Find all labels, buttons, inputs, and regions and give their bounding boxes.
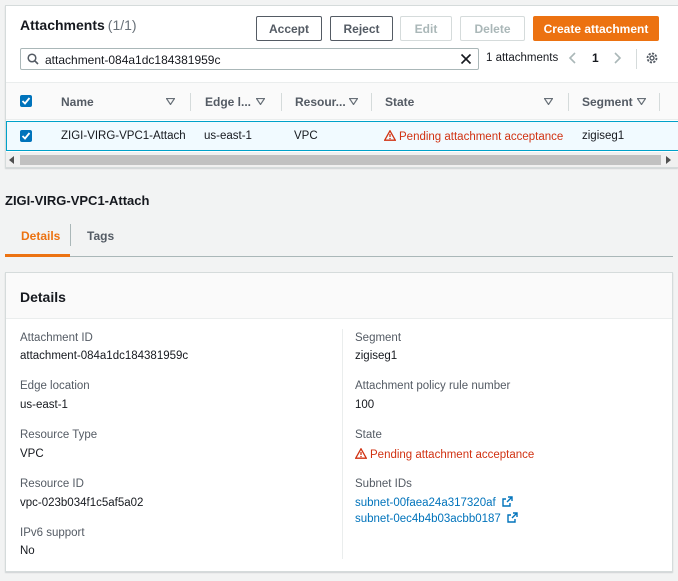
detail-tabs: Details Tags xyxy=(5,220,673,257)
table-header: Name Edge l... Resour... State Segment xyxy=(6,82,678,120)
table-row[interactable]: ZIGI-VIRG-VPC1-Attach us-east-1 VPC Pend… xyxy=(6,121,678,151)
attachments-title-text: Attachments xyxy=(20,17,105,33)
horizontal-scrollbar[interactable] xyxy=(6,152,678,167)
cell-name[interactable]: ZIGI-VIRG-VPC1-Attach xyxy=(61,130,186,142)
resource-id-value: vpc-023b034f1c5af5a02 xyxy=(20,497,144,509)
resource-type-label: Resource Type xyxy=(20,429,98,441)
column-header-segment[interactable]: Segment xyxy=(582,95,633,109)
search-icon xyxy=(27,53,39,65)
row-checkbox[interactable] xyxy=(20,130,32,142)
create-attachment-button[interactable]: Create attachment xyxy=(533,16,659,41)
state-value-text: Pending attachment acceptance xyxy=(370,449,535,461)
column-header-name[interactable]: Name xyxy=(61,95,94,109)
cell-state: Pending attachment acceptance xyxy=(384,130,563,143)
check-icon xyxy=(21,132,31,140)
sort-icon[interactable] xyxy=(256,98,265,105)
attachment-id-value: attachment-084a1dc184381959c xyxy=(20,350,189,362)
attachments-count: (1/1) xyxy=(107,17,137,33)
details-panel: Details Attachment ID attachment-084a1dc… xyxy=(5,272,673,572)
edge-location-value: us-east-1 xyxy=(20,399,68,411)
ipv6-support-value: No xyxy=(20,545,35,557)
scrollbar-thumb[interactable] xyxy=(20,155,661,165)
column-divider[interactable] xyxy=(659,93,660,111)
pager-count: 1 attachments xyxy=(486,52,559,64)
tab-divider xyxy=(70,224,71,246)
delete-button[interactable]: Delete xyxy=(460,16,525,41)
subnet-link-text[interactable]: subnet-0ec4b4b03acbb0187 xyxy=(355,513,501,525)
chevron-right-icon[interactable] xyxy=(612,52,622,64)
accept-button[interactable]: Accept xyxy=(256,16,322,41)
state-label: State xyxy=(355,429,382,441)
scroll-left-icon[interactable] xyxy=(9,156,15,164)
search-input[interactable]: attachment-084a1dc184381959c xyxy=(20,48,479,70)
column-header-state[interactable]: State xyxy=(385,95,414,109)
sort-icon[interactable] xyxy=(544,98,553,105)
state-value: Pending attachment acceptance xyxy=(355,448,534,461)
cell-state-text: Pending attachment acceptance xyxy=(399,131,564,143)
column-divider[interactable] xyxy=(281,93,282,111)
subnet-ids-label: Subnet IDs xyxy=(355,478,412,490)
warning-icon xyxy=(384,130,396,141)
column-header-edge[interactable]: Edge l... xyxy=(205,95,251,109)
pager-page[interactable]: 1 xyxy=(592,51,599,65)
column-divider[interactable] xyxy=(190,93,191,111)
subnet-link[interactable]: subnet-00faea24a317320af xyxy=(355,496,513,509)
external-link-icon[interactable] xyxy=(501,496,513,507)
column-header-resource[interactable]: Resour... xyxy=(295,95,346,109)
edge-location-label: Edge location xyxy=(20,380,90,392)
check-icon xyxy=(21,97,31,105)
column-divider xyxy=(342,329,343,559)
chevron-left-icon[interactable] xyxy=(568,52,578,64)
subnet-link[interactable]: subnet-0ec4b4b03acbb0187 xyxy=(355,512,518,525)
policy-rule-label: Attachment policy rule number xyxy=(355,380,511,392)
cell-resource: VPC xyxy=(294,130,318,142)
external-link-icon[interactable] xyxy=(507,512,518,523)
cell-edge: us-east-1 xyxy=(204,130,252,142)
subnet-link-text[interactable]: subnet-00faea24a317320af xyxy=(355,497,496,509)
policy-rule-value: 100 xyxy=(355,399,375,411)
segment-label: Segment xyxy=(355,332,402,344)
detail-title: ZIGI-VIRG-VPC1-Attach xyxy=(5,193,150,208)
sort-icon[interactable] xyxy=(637,98,646,105)
details-panel-header: Details xyxy=(6,273,672,319)
active-tab-indicator xyxy=(5,254,70,257)
search-value: attachment-084a1dc184381959c xyxy=(45,53,221,67)
pager-divider xyxy=(636,49,637,69)
resource-type-value: VPC xyxy=(20,448,44,460)
column-divider[interactable] xyxy=(371,93,372,111)
attachment-id-label: Attachment ID xyxy=(20,332,93,344)
resource-id-label: Resource ID xyxy=(20,478,84,490)
sort-icon[interactable] xyxy=(166,98,175,105)
sort-icon[interactable] xyxy=(349,98,358,105)
gear-icon[interactable] xyxy=(645,51,659,65)
details-panel-title: Details xyxy=(20,289,66,305)
edit-button[interactable]: Edit xyxy=(400,16,452,41)
tab-tags[interactable]: Tags xyxy=(87,229,114,243)
attachments-title: Attachments (1/1) xyxy=(20,17,137,33)
select-all-checkbox[interactable] xyxy=(20,95,32,107)
scroll-right-icon[interactable] xyxy=(665,156,671,164)
tab-details[interactable]: Details xyxy=(21,229,60,243)
reject-button[interactable]: Reject xyxy=(330,16,393,41)
warning-icon xyxy=(355,448,367,459)
cell-segment: zigiseg1 xyxy=(582,130,625,142)
segment-value: zigiseg1 xyxy=(355,350,398,362)
ipv6-support-label: IPv6 support xyxy=(20,527,85,539)
column-divider[interactable] xyxy=(568,93,569,111)
attachments-panel: Attachments (1/1) Accept Reject Edit Dele… xyxy=(5,5,678,168)
clear-icon[interactable] xyxy=(459,52,473,66)
